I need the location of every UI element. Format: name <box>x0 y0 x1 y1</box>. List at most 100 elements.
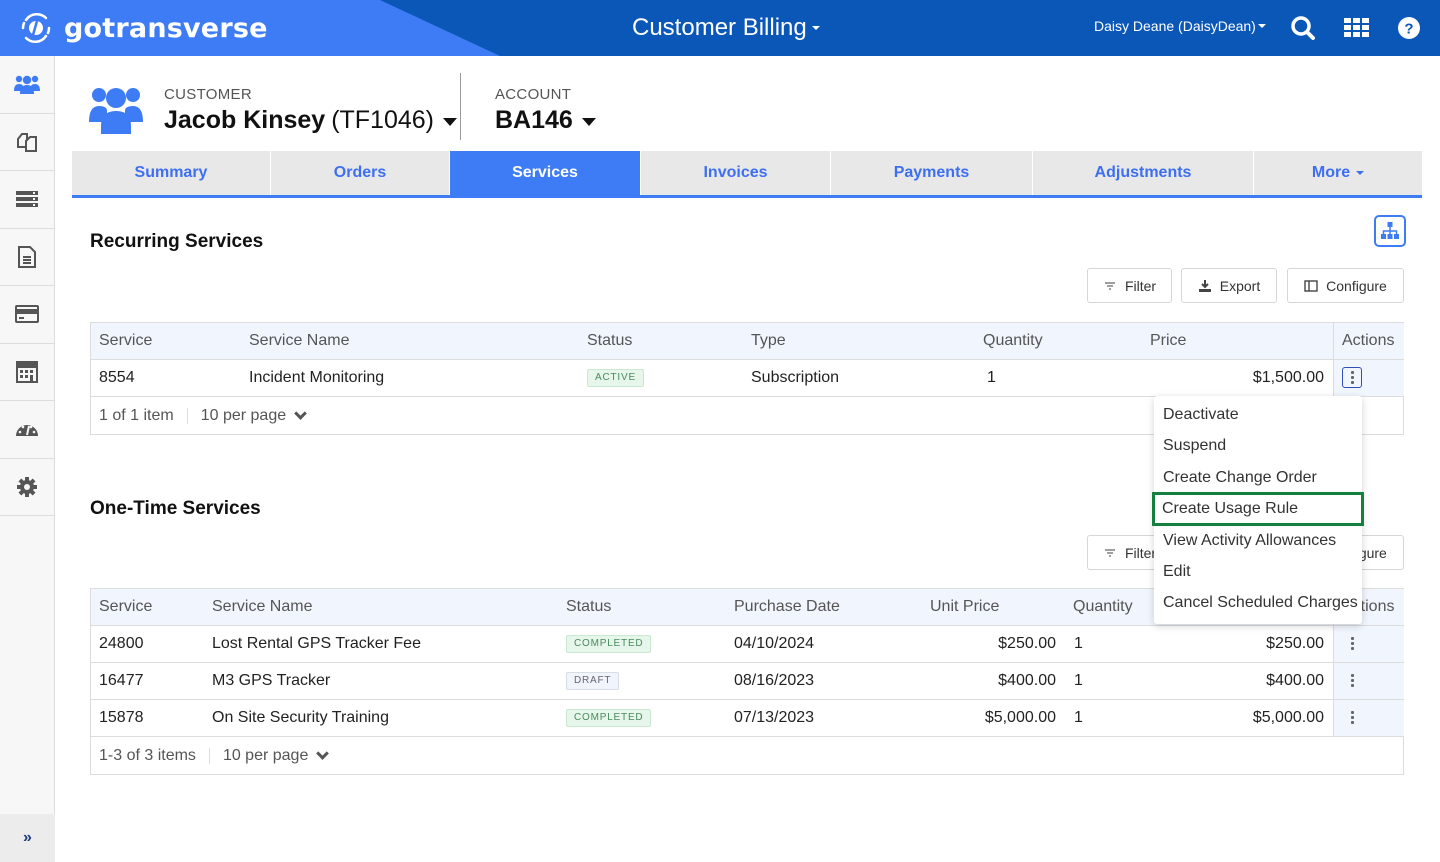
tab-payments[interactable]: Payments <box>831 151 1033 195</box>
sidebar-expand-button[interactable]: » <box>0 814 55 862</box>
apps-grid-icon[interactable] <box>1343 14 1371 42</box>
column-header[interactable]: Unit Price <box>930 589 999 625</box>
row-actions-button[interactable] <box>1342 633 1362 654</box>
users-icon <box>14 76 40 95</box>
tab-invoices[interactable]: Invoices <box>641 151 831 195</box>
account-name: BA146 <box>495 106 573 134</box>
customer-label: CUSTOMER <box>164 86 252 103</box>
service-name[interactable]: M3 GPS Tracker <box>212 663 330 699</box>
app-title: Customer Billing <box>632 14 807 41</box>
caret-down-icon <box>1356 171 1365 175</box>
menu-item-create-usage-rule[interactable]: Create Usage Rule <box>1152 492 1364 526</box>
app-switcher[interactable]: Customer Billing <box>632 14 820 42</box>
export-label: Export <box>1219 277 1261 294</box>
kebab-dot <box>1350 679 1354 682</box>
column-header[interactable]: Quantity <box>1073 589 1133 625</box>
menu-item-edit[interactable]: Edit <box>1154 556 1362 587</box>
row-actions-button[interactable] <box>1342 670 1362 691</box>
column-header[interactable]: Status <box>587 323 632 359</box>
sidebar-item-orders[interactable] <box>0 114 54 171</box>
divider <box>186 407 188 424</box>
column-header[interactable]: Service Name <box>249 323 349 359</box>
filter-icon <box>1104 548 1115 557</box>
filter-label: Filter <box>1124 277 1157 294</box>
menu-item-cancel-scheduled-charges[interactable]: Cancel Scheduled Charges <box>1154 587 1362 618</box>
table-row[interactable]: 8554 Incident Monitoring ACTIVE Subscrip… <box>91 360 1404 397</box>
kebab-dot <box>1350 381 1354 384</box>
sidebar-item-invoices[interactable] <box>0 229 54 286</box>
column-header[interactable]: Purchase Date <box>734 589 840 625</box>
brand-name: gotransverse <box>64 12 268 44</box>
tab-more-label: More <box>1311 164 1351 181</box>
quantity: 1 <box>1074 635 1083 652</box>
recurring-filter-button[interactable]: Filter <box>1087 268 1172 303</box>
recurring-export-button[interactable]: Export <box>1181 268 1277 303</box>
hierarchy-view-button[interactable] <box>1374 215 1406 247</box>
top-bar: gotransverse Customer Billing Daisy Dean… <box>0 0 1440 56</box>
menu-item-deactivate[interactable]: Deactivate <box>1154 399 1362 430</box>
column-header[interactable]: Service <box>99 323 152 359</box>
table-row[interactable]: 15878 On Site Security Training COMPLETE… <box>91 700 1404 737</box>
purchase-date: 08/16/2023 <box>734 672 815 689</box>
per-page-selector[interactable]: 10 per page <box>223 747 308 765</box>
search-icon[interactable] <box>1289 14 1317 42</box>
sidebar-item-services[interactable] <box>0 171 54 229</box>
status-badge: COMPLETED <box>566 708 652 727</box>
quantity: 1 <box>1074 709 1083 726</box>
status-badge: ACTIVE <box>587 368 644 387</box>
gear-icon <box>17 476 37 497</box>
tab-services[interactable]: Services <box>450 151 641 195</box>
menu-item-view-activity-allowances[interactable]: View Activity Allowances <box>1154 525 1362 556</box>
brand-logo-link[interactable]: gotransverse <box>18 10 268 46</box>
column-header[interactable]: Service Name <box>212 589 312 625</box>
customer-name: Jacob Kinsey <box>164 106 326 134</box>
table-row[interactable]: 16477 M3 GPS Tracker DRAFT 08/16/2023 $4… <box>91 663 1404 700</box>
column-header[interactable]: Price <box>1150 323 1186 359</box>
caret-down-icon <box>811 26 820 30</box>
column-header[interactable]: Status <box>566 589 611 625</box>
account-selector[interactable]: BA146 <box>495 106 596 135</box>
sidebar-item-dashboard[interactable] <box>0 401 54 459</box>
customer-selector[interactable]: Jacob Kinsey (TF1046) <box>164 106 457 135</box>
chevron-down-icon[interactable] <box>316 746 330 760</box>
file-icon <box>18 245 36 268</box>
service-id: 8554 <box>99 369 135 386</box>
menu-item-create-change-order[interactable]: Create Change Order <box>1154 462 1362 493</box>
sidebar-item-settings[interactable] <box>0 459 54 516</box>
row-actions-button[interactable] <box>1342 707 1362 728</box>
service-name[interactable]: Incident Monitoring <box>249 360 384 396</box>
header-divider <box>460 73 461 140</box>
one-time-services-title: One-Time Services <box>90 498 261 519</box>
tab-adjustments[interactable]: Adjustments <box>1033 151 1254 195</box>
documents-icon <box>17 132 37 152</box>
service-name[interactable]: Lost Rental GPS Tracker Fee <box>212 626 421 662</box>
tab-summary[interactable]: Summary <box>72 151 271 195</box>
row-actions-button[interactable] <box>1342 367 1362 388</box>
pagination: 1-3 of 3 items 10 per page <box>91 737 1403 774</box>
sidebar-item-payments[interactable] <box>0 286 54 344</box>
status-badge: COMPLETED <box>566 634 652 653</box>
sidebar-item-customers[interactable] <box>0 56 54 114</box>
user-menu[interactable]: Daisy Deane (DaisyDean) <box>1094 18 1266 34</box>
unit-price: $400.00 <box>998 672 1056 689</box>
column-header[interactable]: Type <box>751 323 786 359</box>
per-page-selector[interactable]: 10 per page <box>201 407 286 425</box>
service-name[interactable]: On Site Security Training <box>212 700 389 736</box>
table-row[interactable]: 24800 Lost Rental GPS Tracker Fee COMPLE… <box>91 626 1404 663</box>
chevron-down-icon[interactable] <box>294 406 307 420</box>
tab-more[interactable]: More <box>1254 151 1422 195</box>
help-icon[interactable]: ? <box>1395 14 1423 42</box>
actions-cell <box>1333 700 1404 736</box>
sidebar-item-calculator[interactable] <box>0 344 54 401</box>
actions-cell <box>1333 626 1404 662</box>
recurring-configure-button[interactable]: Configure <box>1287 268 1404 303</box>
status-badge: DRAFT <box>566 671 620 690</box>
column-header[interactable]: Quantity <box>983 323 1043 359</box>
tab-orders[interactable]: Orders <box>271 151 450 195</box>
service-type: Subscription <box>751 369 840 386</box>
price: $250.00 <box>1266 635 1324 652</box>
status-cell: COMPLETED <box>566 700 652 736</box>
table-header-row: Service Service Name Status Type Quantit… <box>91 323 1404 360</box>
menu-item-suspend[interactable]: Suspend <box>1154 430 1362 461</box>
column-header[interactable]: Service <box>99 589 152 625</box>
